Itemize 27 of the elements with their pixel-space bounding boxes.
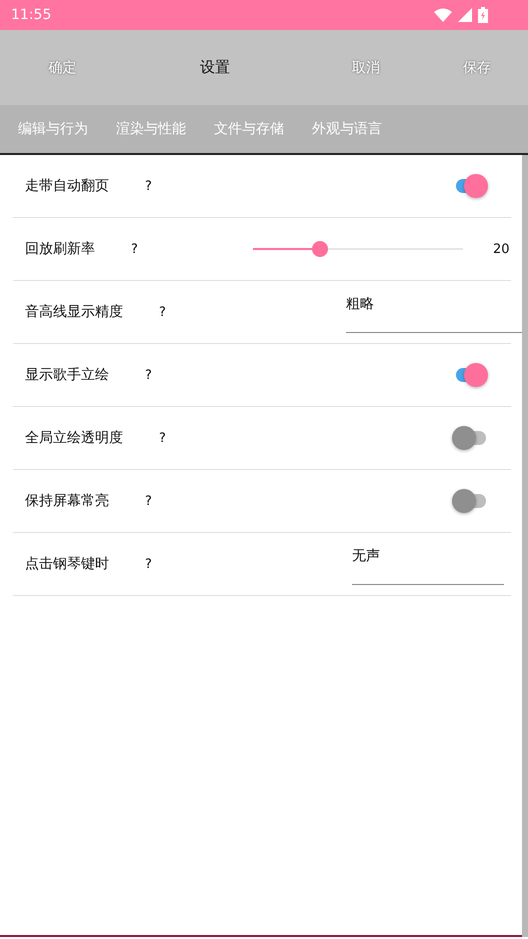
status-time: 11:55 (11, 7, 52, 23)
help-mark[interactable]: ? (145, 494, 152, 508)
signal-icon (458, 8, 472, 22)
setting-label: 保持屏幕常亮 (25, 492, 109, 510)
setting-label: 回放刷新率 (25, 240, 95, 258)
setting-label: 点击钢琴键时 (25, 555, 109, 573)
wifi-icon (434, 8, 452, 22)
setting-label: 显示歌手立绘 (25, 366, 109, 384)
help-mark[interactable]: ? (145, 178, 152, 194)
help-mark[interactable]: ? (159, 430, 166, 446)
toggle-switch[interactable] (454, 490, 488, 512)
toolbar-title: 设置 (199, 57, 231, 78)
slider-value: 20 (493, 242, 511, 256)
toggle-switch[interactable] (454, 427, 488, 449)
dropdown-field[interactable]: 无声 (352, 541, 504, 585)
slider-thumb[interactable] (312, 241, 328, 257)
help-mark[interactable]: ? (145, 556, 152, 572)
help-mark[interactable]: ? (131, 242, 138, 256)
battery-icon (478, 7, 488, 23)
setting-label: 全局立绘透明度 (25, 429, 123, 447)
setting-label: 音高线显示精度 (25, 303, 123, 321)
help-mark[interactable]: ? (145, 368, 152, 382)
toggle-switch[interactable] (454, 175, 488, 197)
help-mark[interactable]: ? (159, 304, 166, 320)
toggle-switch[interactable] (454, 364, 488, 386)
slider[interactable] (253, 241, 463, 257)
setting-label: 走带自动翻页 (25, 177, 109, 195)
